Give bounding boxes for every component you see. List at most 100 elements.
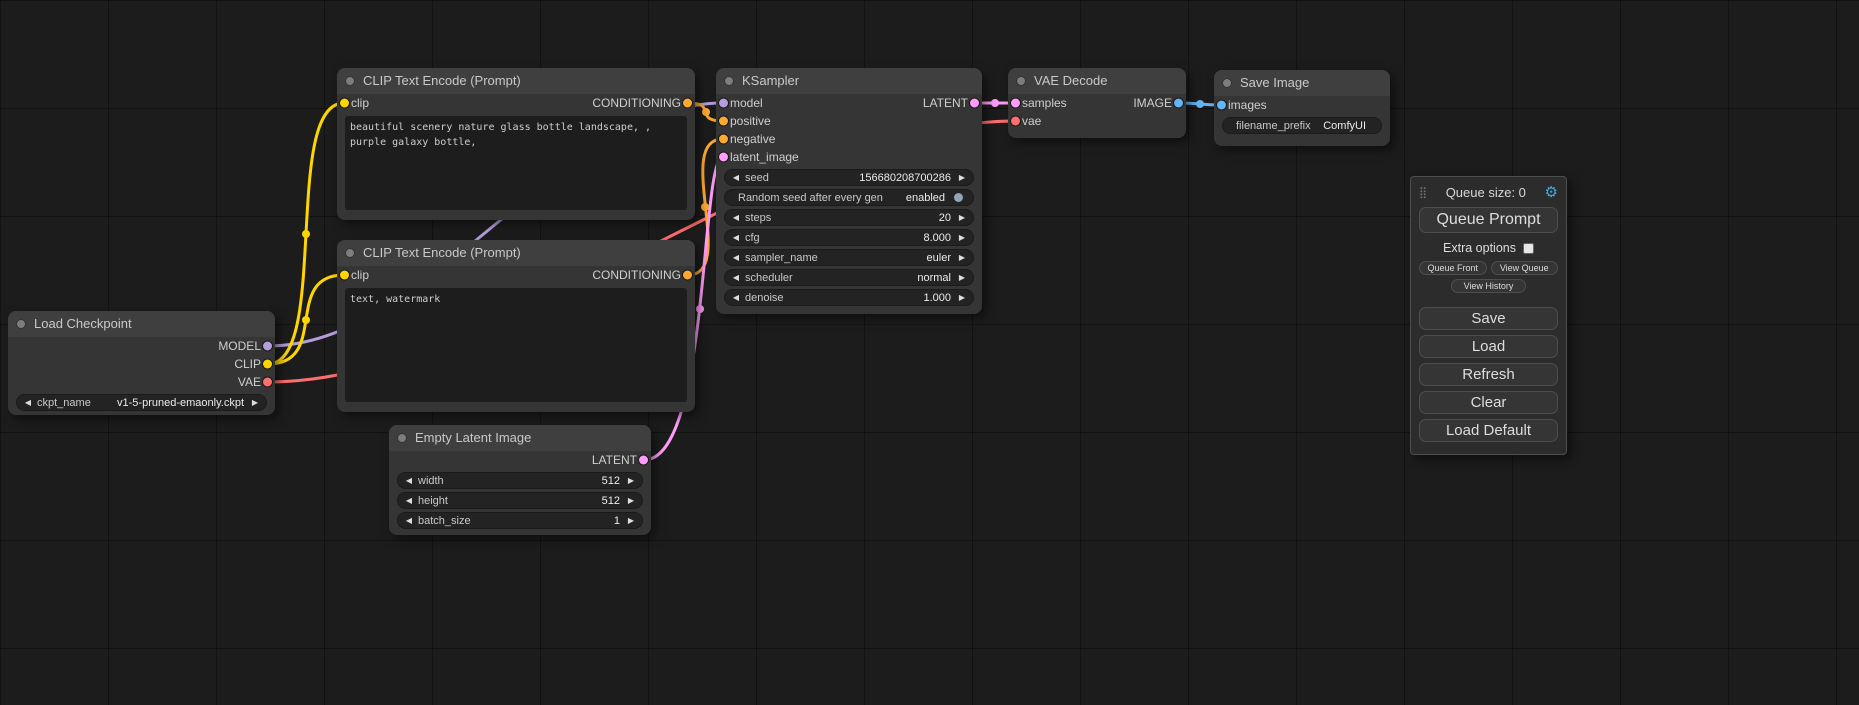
- load-button[interactable]: Load: [1419, 335, 1558, 358]
- arrow-left-icon[interactable]: ◀: [730, 173, 742, 182]
- arrow-left-icon[interactable]: ◀: [730, 273, 742, 282]
- arrow-right-icon[interactable]: ▶: [625, 496, 637, 505]
- input-dot-negative[interactable]: [719, 135, 728, 144]
- arrow-right-icon[interactable]: ▶: [956, 293, 968, 302]
- input-dot-samples[interactable]: [1011, 99, 1020, 108]
- output-dot-image[interactable]: [1174, 99, 1183, 108]
- node-save-image[interactable]: Save Image images filename_prefix ComfyU…: [1214, 70, 1390, 146]
- widget-width[interactable]: ◀ width 512 ▶: [397, 472, 643, 489]
- arrow-right-icon[interactable]: ▶: [956, 273, 968, 282]
- slot-label-positive: positive: [730, 114, 771, 128]
- output-slot-latent: LATENT: [389, 451, 651, 469]
- widget-ckpt-name[interactable]: ◀ ckpt_name v1-5-pruned-emaonly.ckpt ▶: [16, 394, 267, 411]
- widget-value: 512: [449, 475, 620, 487]
- widget-label: sampler_name: [745, 252, 818, 264]
- arrow-right-icon[interactable]: ▶: [625, 476, 637, 485]
- widget-random-seed-toggle[interactable]: Random seed after every gen enabled: [724, 189, 974, 206]
- clear-button[interactable]: Clear: [1419, 391, 1558, 414]
- input-dot-model[interactable]: [719, 99, 728, 108]
- output-dot-conditioning[interactable]: [683, 99, 692, 108]
- widget-label: steps: [745, 212, 771, 224]
- widget-filename-prefix[interactable]: filename_prefix ComfyUI: [1222, 117, 1382, 134]
- widget-sampler-name[interactable]: ◀ sampler_name euler ▶: [724, 249, 974, 266]
- node-title-bar[interactable]: Load Checkpoint: [8, 311, 275, 337]
- widget-label: denoise: [745, 292, 784, 304]
- input-dot-clip[interactable]: [340, 99, 349, 108]
- collapse-dot-icon[interactable]: [724, 76, 734, 86]
- extra-options-checkbox[interactable]: [1523, 243, 1534, 254]
- arrow-right-icon[interactable]: ▶: [956, 213, 968, 222]
- output-slot-vae: VAE: [8, 373, 275, 391]
- arrow-right-icon[interactable]: ▶: [956, 233, 968, 242]
- drag-handle-icon[interactable]: ⣿: [1419, 186, 1427, 199]
- widget-scheduler[interactable]: ◀ scheduler normal ▶: [724, 269, 974, 286]
- widget-cfg[interactable]: ◀ cfg 8.000 ▶: [724, 229, 974, 246]
- widget-label: width: [418, 475, 444, 487]
- node-title-bar[interactable]: Save Image: [1214, 70, 1390, 96]
- prompt-textarea[interactable]: text, watermark: [345, 288, 687, 402]
- settings-gear-icon[interactable]: ⚙: [1545, 183, 1558, 201]
- widget-steps[interactable]: ◀ steps 20 ▶: [724, 209, 974, 226]
- collapse-dot-icon[interactable]: [16, 319, 26, 329]
- node-clip-text-encode-negative[interactable]: CLIP Text Encode (Prompt) clip CONDITION…: [337, 240, 695, 412]
- arrow-left-icon[interactable]: ◀: [403, 516, 415, 525]
- save-button[interactable]: Save: [1419, 307, 1558, 330]
- arrow-right-icon[interactable]: ▶: [625, 516, 637, 525]
- node-clip-text-encode-positive[interactable]: CLIP Text Encode (Prompt) clip CONDITION…: [337, 68, 695, 220]
- node-title-bar[interactable]: Empty Latent Image: [389, 425, 651, 451]
- arrow-left-icon[interactable]: ◀: [22, 398, 34, 407]
- arrow-left-icon[interactable]: ◀: [730, 233, 742, 242]
- refresh-button[interactable]: Refresh: [1419, 363, 1558, 386]
- view-history-button[interactable]: View History: [1451, 279, 1527, 293]
- arrow-right-icon[interactable]: ▶: [956, 173, 968, 182]
- output-dot-latent[interactable]: [639, 456, 648, 465]
- node-title-bar[interactable]: CLIP Text Encode (Prompt): [337, 240, 695, 266]
- extra-options-label: Extra options: [1443, 241, 1516, 255]
- arrow-left-icon[interactable]: ◀: [730, 253, 742, 262]
- queue-prompt-button[interactable]: Queue Prompt: [1419, 207, 1558, 233]
- node-load-checkpoint[interactable]: Load Checkpoint MODEL CLIP VAE ◀ ckpt_na…: [8, 311, 275, 415]
- load-default-button[interactable]: Load Default: [1419, 419, 1558, 442]
- arrow-right-icon[interactable]: ▶: [249, 398, 261, 407]
- collapse-dot-icon[interactable]: [345, 76, 355, 86]
- widget-label: filename_prefix: [1236, 120, 1311, 132]
- input-dot-latent-image[interactable]: [719, 153, 728, 162]
- collapse-dot-icon[interactable]: [1222, 78, 1232, 88]
- node-vae-decode[interactable]: VAE Decode samples IMAGE vae: [1008, 68, 1186, 138]
- input-dot-images[interactable]: [1217, 101, 1226, 110]
- arrow-left-icon[interactable]: ◀: [730, 293, 742, 302]
- input-dot-clip[interactable]: [340, 271, 349, 280]
- node-ksampler[interactable]: KSampler model LATENT positive negative …: [716, 68, 982, 314]
- graph-canvas[interactable]: Load Checkpoint MODEL CLIP VAE ◀ ckpt_na…: [0, 0, 1859, 705]
- toggle-dot-icon[interactable]: [954, 193, 963, 202]
- input-dot-vae[interactable]: [1011, 117, 1020, 126]
- arrow-left-icon[interactable]: ◀: [403, 496, 415, 505]
- node-empty-latent-image[interactable]: Empty Latent Image LATENT ◀ width 512 ▶ …: [389, 425, 651, 535]
- output-dot-vae[interactable]: [263, 378, 272, 387]
- queue-front-button[interactable]: Queue Front: [1419, 261, 1487, 275]
- arrow-left-icon[interactable]: ◀: [730, 213, 742, 222]
- view-queue-button[interactable]: View Queue: [1491, 261, 1559, 275]
- node-title: VAE Decode: [1034, 73, 1107, 88]
- collapse-dot-icon[interactable]: [345, 248, 355, 258]
- widget-label: cfg: [745, 232, 760, 244]
- node-title-bar[interactable]: CLIP Text Encode (Prompt): [337, 68, 695, 94]
- widget-seed[interactable]: ◀ seed 156680208700286 ▶: [724, 169, 974, 186]
- output-dot-clip[interactable]: [263, 360, 272, 369]
- widget-height[interactable]: ◀ height 512 ▶: [397, 492, 643, 509]
- prompt-textarea[interactable]: beautiful scenery nature glass bottle la…: [345, 116, 687, 210]
- arrow-right-icon[interactable]: ▶: [956, 253, 968, 262]
- output-dot-latent[interactable]: [970, 99, 979, 108]
- wire-midpoint-dot: [1196, 100, 1204, 108]
- widget-batch-size[interactable]: ◀ batch_size 1 ▶: [397, 512, 643, 529]
- widget-denoise[interactable]: ◀ denoise 1.000 ▶: [724, 289, 974, 306]
- node-title-bar[interactable]: VAE Decode: [1008, 68, 1186, 94]
- node-title-bar[interactable]: KSampler: [716, 68, 982, 94]
- input-dot-positive[interactable]: [719, 117, 728, 126]
- arrow-left-icon[interactable]: ◀: [403, 476, 415, 485]
- output-dot-conditioning[interactable]: [683, 271, 692, 280]
- output-dot-model[interactable]: [263, 342, 272, 351]
- collapse-dot-icon[interactable]: [397, 433, 407, 443]
- collapse-dot-icon[interactable]: [1016, 76, 1026, 86]
- node-title: Load Checkpoint: [34, 316, 132, 331]
